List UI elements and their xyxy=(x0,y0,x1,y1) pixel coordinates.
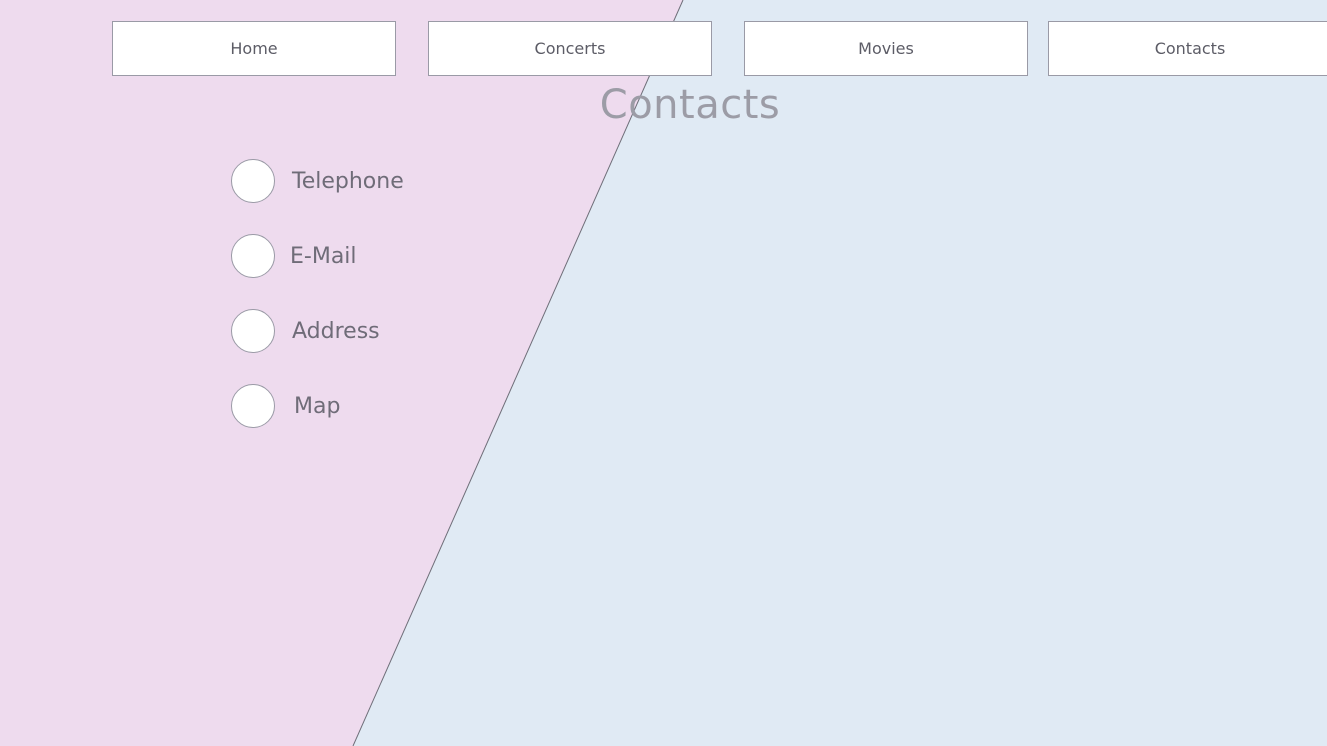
page-title: Contacts xyxy=(599,82,781,128)
nav-movies-button[interactable]: Movies xyxy=(744,21,1028,76)
page-background: Home Concerts Movies Contacts Contacts T… xyxy=(0,0,1327,746)
option-email[interactable]: E-Mail xyxy=(231,233,357,279)
nav-home-button[interactable]: Home xyxy=(112,21,396,76)
option-address-label: Address xyxy=(292,318,380,344)
option-map-label: Map xyxy=(294,393,341,419)
option-map[interactable]: Map xyxy=(231,383,340,429)
nav-concerts-button[interactable]: Concerts xyxy=(428,21,712,76)
email-radio[interactable] xyxy=(231,234,275,278)
option-email-label: E-Mail xyxy=(290,243,357,269)
option-address[interactable]: Address xyxy=(231,308,380,354)
telephone-radio[interactable] xyxy=(231,159,275,203)
map-radio[interactable] xyxy=(231,384,275,428)
address-radio[interactable] xyxy=(231,309,275,353)
option-telephone[interactable]: Telephone xyxy=(231,158,404,204)
option-telephone-label: Telephone xyxy=(292,168,404,194)
nav-contacts-button[interactable]: Contacts xyxy=(1048,21,1327,76)
